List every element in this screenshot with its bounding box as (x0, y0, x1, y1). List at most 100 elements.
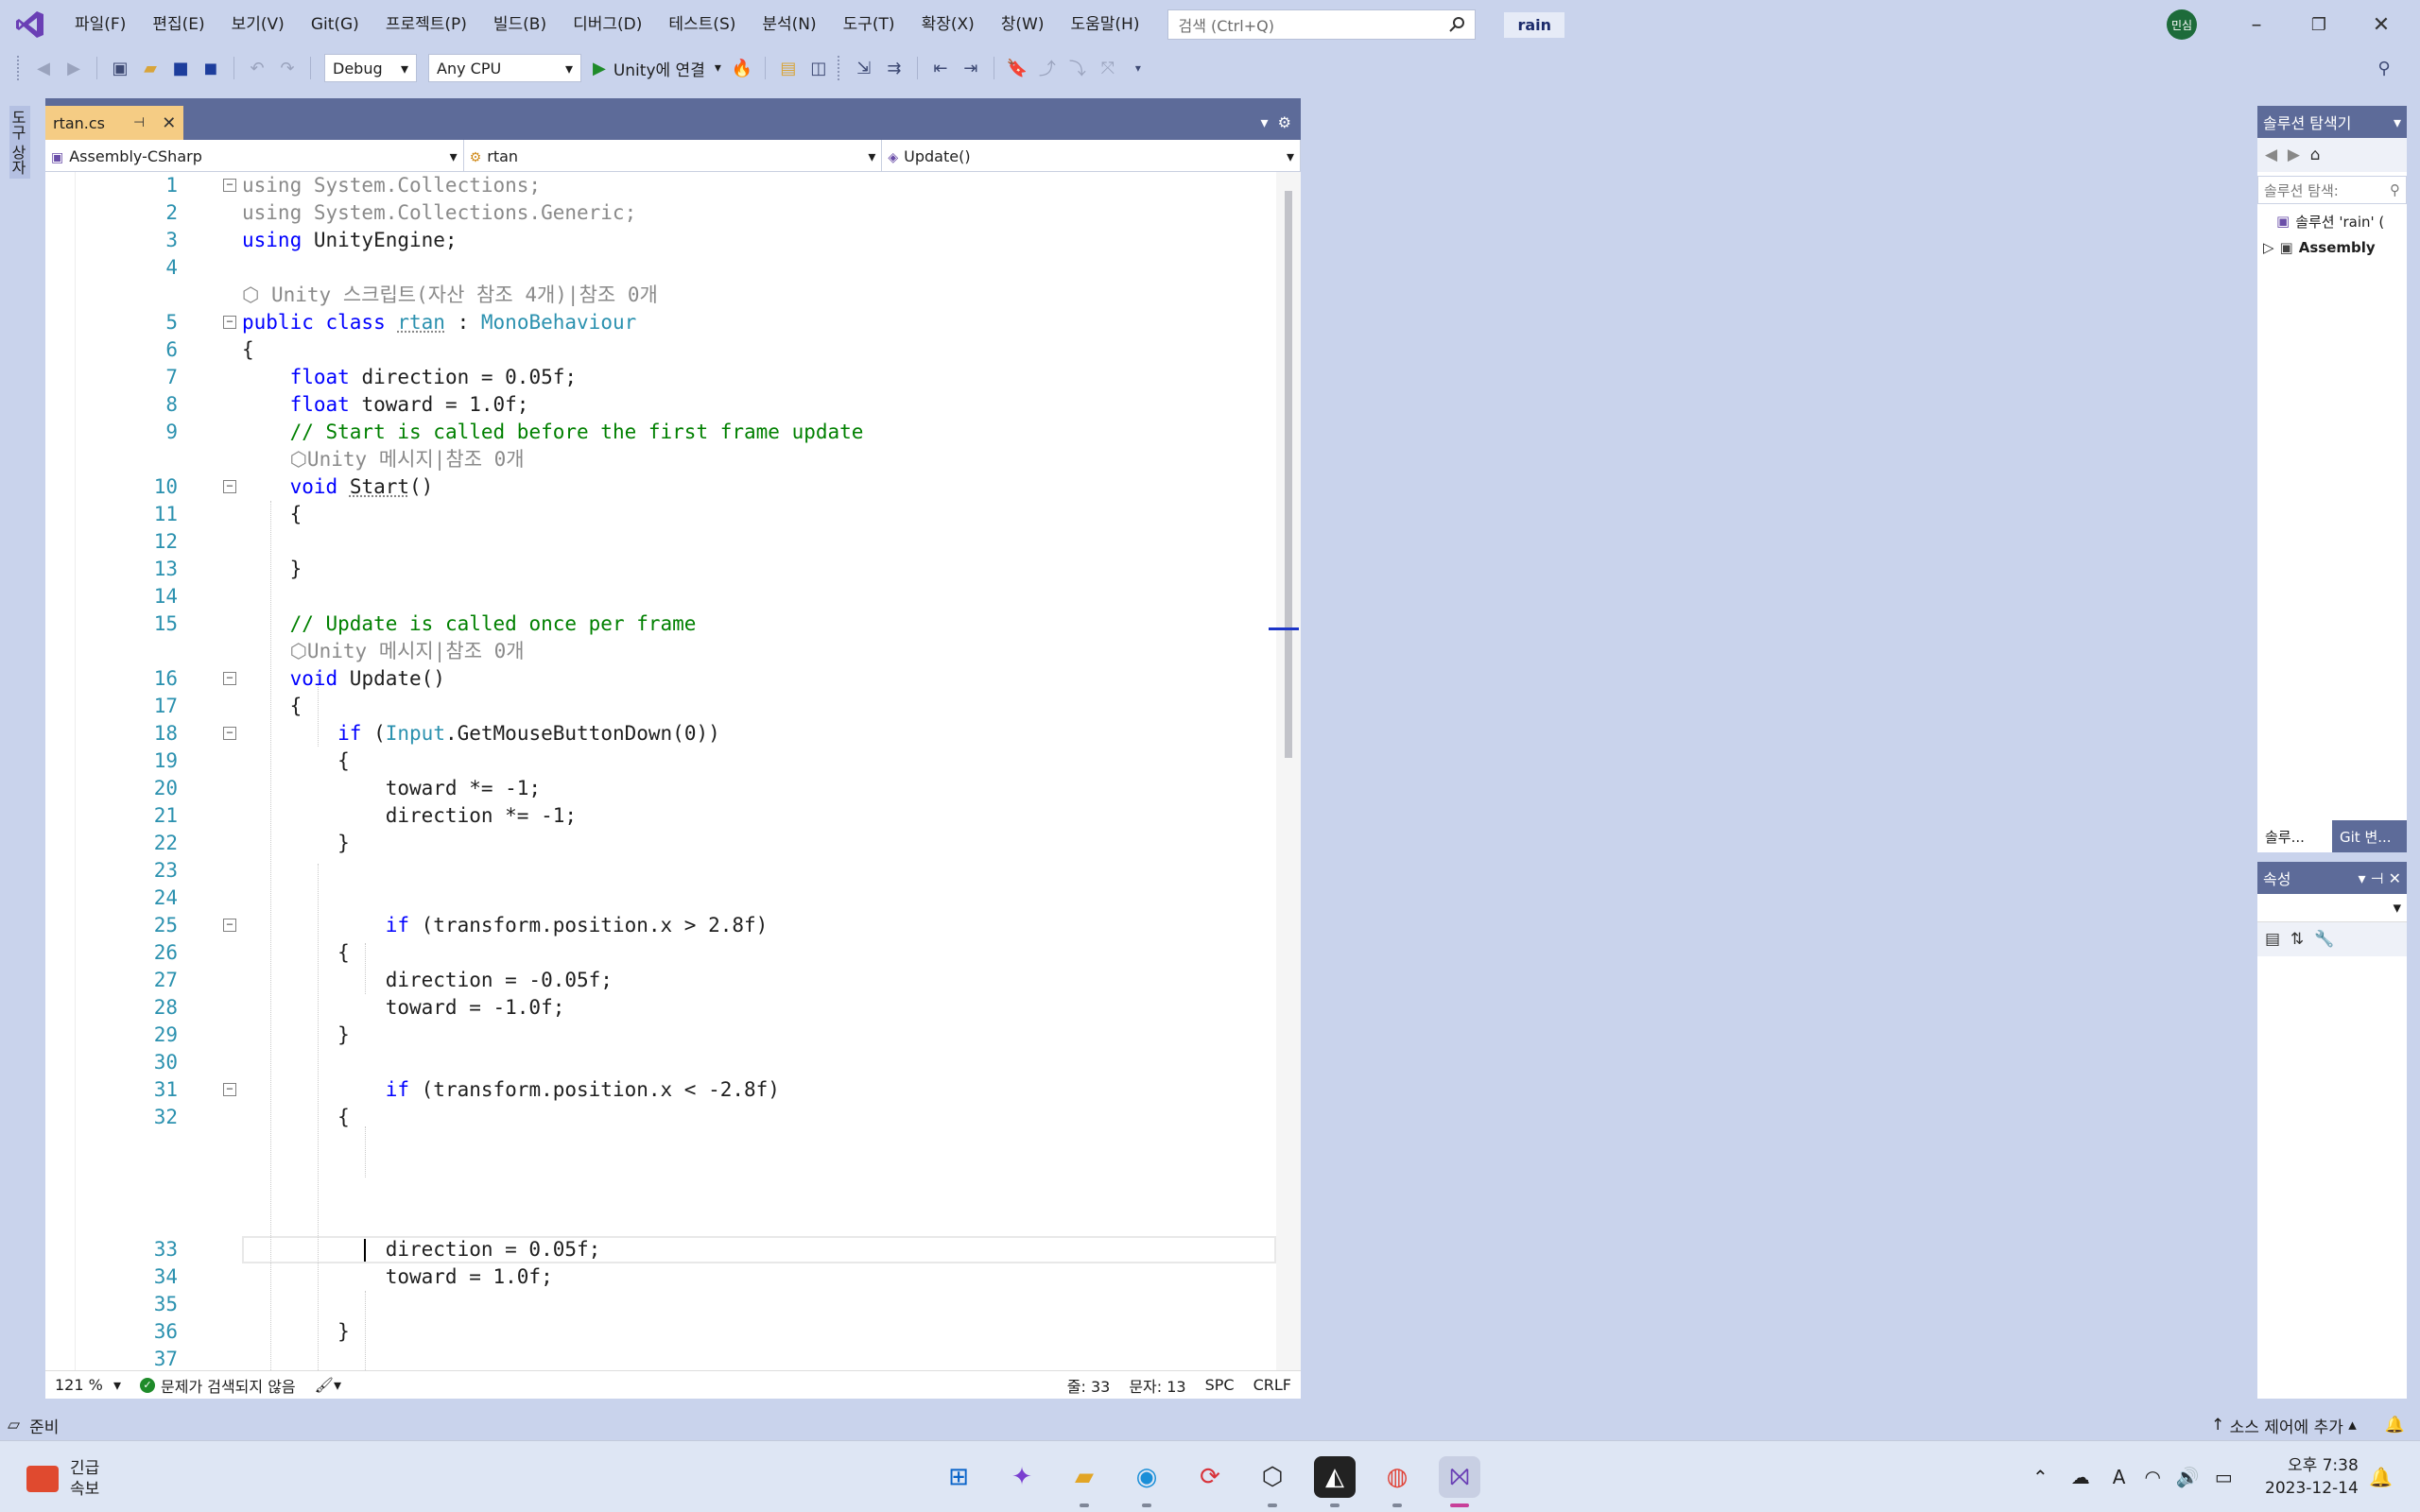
next-bookmark-icon[interactable]: ⤵ (1065, 56, 1090, 80)
minimize-button[interactable]: – (2225, 0, 2288, 49)
code-line[interactable]: 4 (76, 254, 1276, 282)
back-icon[interactable]: ◀ (2265, 146, 2277, 164)
code-line[interactable]: 21 direction *= -1; (76, 802, 1276, 830)
step-over-icon[interactable]: ⇉ (882, 56, 907, 80)
vertical-scrollbar[interactable] (1269, 172, 1301, 1370)
code-line[interactable]: 26 { (76, 939, 1276, 967)
tab-solution-explorer[interactable]: 솔루... (2257, 820, 2332, 852)
file-explorer-icon[interactable]: ▰ (1063, 1456, 1105, 1507)
unity-editor-icon[interactable]: ◭ (1314, 1456, 1356, 1507)
clear-bookmarks-icon[interactable]: ⤧ (1096, 56, 1120, 80)
code-line[interactable]: 30 (76, 1049, 1276, 1076)
restore-button[interactable]: ❐ (2288, 0, 2350, 49)
toolbar-grip[interactable] (17, 56, 21, 80)
code-line[interactable]: 10 − void Start() (76, 473, 1276, 501)
notifications-bell-icon[interactable]: 🔔 (2385, 1416, 2405, 1435)
class-dropdown[interactable]: ⚙ rtan ▾ (464, 140, 883, 172)
char-indicator[interactable]: 문자: 13 (1119, 1374, 1195, 1397)
project-dropdown[interactable]: ▣ Assembly-CSharp ▾ (45, 140, 464, 172)
object-selector-dropdown[interactable]: ▾ (2257, 894, 2407, 922)
copilot-icon[interactable]: ✦ (1001, 1456, 1043, 1498)
forward-icon[interactable]: ▶ (2288, 146, 2300, 164)
pin-icon[interactable]: ⊣ (133, 115, 145, 130)
redo-icon[interactable]: ↷ (275, 56, 300, 80)
chevron-down-icon[interactable]: ▾ (2394, 113, 2401, 131)
indicator-margin[interactable] (45, 172, 76, 1370)
battery-icon[interactable]: ▭ (2215, 1466, 2233, 1488)
code-line[interactable]: 37 (76, 1346, 1276, 1370)
code-line[interactable]: 8 float toward = 1.0f; (76, 391, 1276, 419)
start-button-icon[interactable]: ⊞ (938, 1456, 979, 1498)
wifi-icon[interactable]: ◠ (2144, 1466, 2160, 1488)
add-to-source-control-button[interactable]: ↑ 소스 제어에 추가 ▴ (2211, 1414, 2357, 1437)
code-line[interactable]: 5 − public class rtan : MonoBehaviour (76, 309, 1276, 336)
toolbox-tab[interactable]: 도구 상자 (9, 106, 30, 180)
code-line[interactable]: 15 // Update is called once per frame (76, 610, 1276, 638)
show-hidden-icons-icon[interactable]: ⌃ (2032, 1466, 2048, 1488)
indent-icon[interactable]: ⇥ (959, 56, 983, 80)
code-line[interactable]: 9 // Start is called before the first fr… (76, 419, 1276, 446)
user-avatar[interactable]: 민심 (2167, 9, 2197, 40)
member-dropdown[interactable]: ◈ Update() ▾ (882, 140, 1302, 172)
navigate-back-icon[interactable]: ◀ (31, 56, 56, 80)
code-line[interactable]: 12 (76, 528, 1276, 556)
collapse-icon[interactable]: − (223, 919, 236, 932)
menu-extensions[interactable]: 확장(X) (908, 0, 988, 49)
code-line[interactable]: 32 { (76, 1104, 1276, 1131)
collapse-icon[interactable]: − (223, 727, 236, 740)
menu-analyze[interactable]: 분석(N) (749, 0, 829, 49)
codelens[interactable]: ⬡ Unity 스크립트(자산 참조 4개)|참조 0개 (76, 282, 1276, 309)
outdent-icon[interactable]: ⇤ (928, 56, 953, 80)
codelens-text[interactable]: ⬡Unity 메시지|참조 0개 (242, 446, 525, 473)
code-line[interactable]: 3 using UnityEngine; (76, 227, 1276, 254)
menu-debug[interactable]: 디버그(D) (560, 0, 655, 49)
categorized-icon[interactable]: ▤ (2265, 930, 2280, 949)
sync-app-icon[interactable]: ⟳ (1189, 1456, 1231, 1498)
code-line[interactable]: 27 direction = -0.05f; (76, 967, 1276, 994)
code-line[interactable]: 24 (76, 885, 1276, 912)
toolbar-grip[interactable] (837, 56, 841, 80)
code-line[interactable]: 31 − if (transform.position.x < -2.8f) (76, 1076, 1276, 1104)
live-share-icon[interactable]: ⚲ (2372, 56, 2396, 80)
input-method-icon[interactable]: A (2113, 1466, 2126, 1488)
open-folder-icon[interactable]: ▰ (138, 56, 163, 80)
undo-icon[interactable]: ↶ (245, 56, 269, 80)
chrome-browser-icon[interactable]: ◍ (1376, 1456, 1418, 1507)
code-line[interactable]: 7 float direction = 0.05f; (76, 364, 1276, 391)
edge-browser-icon[interactable]: ◉ (1126, 1456, 1167, 1507)
tab-git-changes[interactable]: Git 변... (2332, 820, 2407, 852)
home-icon[interactable]: ⌂ (2310, 146, 2321, 164)
tree-item-project[interactable]: ▷ ▣ Assembly (2257, 234, 2407, 261)
search-input[interactable]: 검색 (Ctrl+Q) (1167, 9, 1477, 40)
code-line-current[interactable]: 33 direction = 0.05f; (76, 1236, 1276, 1263)
start-debug-button[interactable]: ▶ Unity에 연결 ▾ (593, 57, 721, 80)
solution-explorer-header[interactable]: 솔루션 탐색기 ▾ (2257, 106, 2407, 138)
menu-help[interactable]: 도움말(H) (1058, 0, 1153, 49)
step-into-icon[interactable]: ⇲ (852, 56, 876, 80)
menu-tools[interactable]: 도구(T) (830, 0, 908, 49)
code-line[interactable]: 13 } (76, 556, 1276, 583)
code-line[interactable]: 2 using System.Collections.Generic; (76, 199, 1276, 227)
solution-search-input[interactable]: 솔루션 탐색: ⚲ (2257, 176, 2407, 204)
line-ending-indicator[interactable]: CRLF (1244, 1376, 1301, 1394)
tab-rtan-cs[interactable]: rtan.cs ⊣ ✕ (45, 106, 184, 140)
menu-project[interactable]: 프로젝트(P) (372, 0, 480, 49)
menu-edit[interactable]: 편집(E) (139, 0, 217, 49)
close-tab-icon[interactable]: ✕ (162, 113, 176, 133)
cleanup-icon[interactable]: 🖌▾ (305, 1376, 351, 1394)
hot-reload-icon[interactable]: 🔥 (730, 56, 754, 80)
properties-header[interactable]: 속성 ▾ ⊣ ✕ (2257, 862, 2407, 894)
codelens-text[interactable]: ⬡ Unity 스크립트(자산 참조 4개)|참조 0개 (242, 282, 658, 309)
code-line[interactable]: 25 − if (transform.position.x > 2.8f) (76, 912, 1276, 939)
issues-indicator[interactable]: ✓ 문제가 검색되지 않음 (130, 1374, 305, 1397)
bookmark-icon[interactable]: 🔖 (1005, 56, 1029, 80)
code-line[interactable]: 20 toward *= -1; (76, 775, 1276, 802)
navigate-forward-icon[interactable]: ▶ (61, 56, 86, 80)
code-line[interactable]: 17 { (76, 693, 1276, 720)
clock[interactable]: 오후 7:38 2023-12-14 (2265, 1454, 2359, 1500)
code-line[interactable]: 23 (76, 857, 1276, 885)
output-window-icon[interactable]: ▱ (8, 1416, 20, 1435)
code-line[interactable]: 18 − if (Input.GetMouseButtonDown(0)) (76, 720, 1276, 747)
alphabetical-icon[interactable]: ⇅ (2290, 930, 2304, 949)
code-line[interactable]: 11 { (76, 501, 1276, 528)
